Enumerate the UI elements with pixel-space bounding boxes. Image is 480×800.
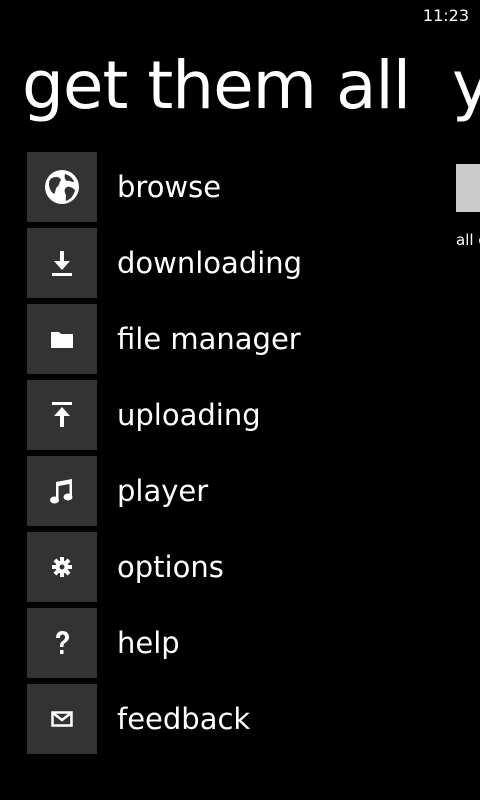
help-tile[interactable] xyxy=(27,608,97,678)
page-title: get them all xyxy=(22,47,411,124)
next-panorama-title-peek[interactable]: y xyxy=(452,44,480,128)
envelope-icon xyxy=(51,711,73,727)
menu-item-feedback[interactable]: feedback xyxy=(27,684,427,754)
question-mark-icon xyxy=(56,631,69,654)
main-menu: browse downloading file manager uploadin… xyxy=(27,152,427,760)
player-tile[interactable] xyxy=(27,456,97,526)
gear-icon xyxy=(52,557,72,577)
file-manager-tile[interactable] xyxy=(27,304,97,374)
downloading-tile[interactable] xyxy=(27,228,97,298)
menu-item-label: player xyxy=(117,474,209,508)
menu-item-player[interactable]: player xyxy=(27,456,427,526)
options-tile[interactable] xyxy=(27,532,97,602)
menu-item-label: file manager xyxy=(117,322,301,356)
menu-item-label: uploading xyxy=(117,398,261,432)
globe-icon xyxy=(45,170,79,204)
uploading-tile[interactable] xyxy=(27,380,97,450)
menu-item-uploading[interactable]: uploading xyxy=(27,380,427,450)
menu-item-help[interactable]: help xyxy=(27,608,427,678)
folder-icon xyxy=(51,332,73,348)
menu-item-label: browse xyxy=(117,170,222,204)
next-section-tile-peek[interactable] xyxy=(456,164,480,212)
menu-item-options[interactable]: options xyxy=(27,532,427,602)
menu-item-label: options xyxy=(117,550,224,584)
menu-item-downloading[interactable]: downloading xyxy=(27,228,427,298)
menu-item-label: downloading xyxy=(117,246,303,280)
menu-item-label: feedback xyxy=(117,702,251,736)
menu-item-file-manager[interactable]: file manager xyxy=(27,304,427,374)
music-note-icon xyxy=(50,479,73,504)
upload-icon xyxy=(52,402,72,427)
menu-item-browse[interactable]: browse xyxy=(27,152,427,222)
browse-tile[interactable] xyxy=(27,152,97,222)
status-bar-clock: 11:23 xyxy=(422,6,469,25)
download-icon xyxy=(52,251,72,276)
menu-item-label: help xyxy=(117,626,180,660)
feedback-tile[interactable] xyxy=(27,684,97,754)
next-section-caption-peek: all c xyxy=(456,231,480,249)
